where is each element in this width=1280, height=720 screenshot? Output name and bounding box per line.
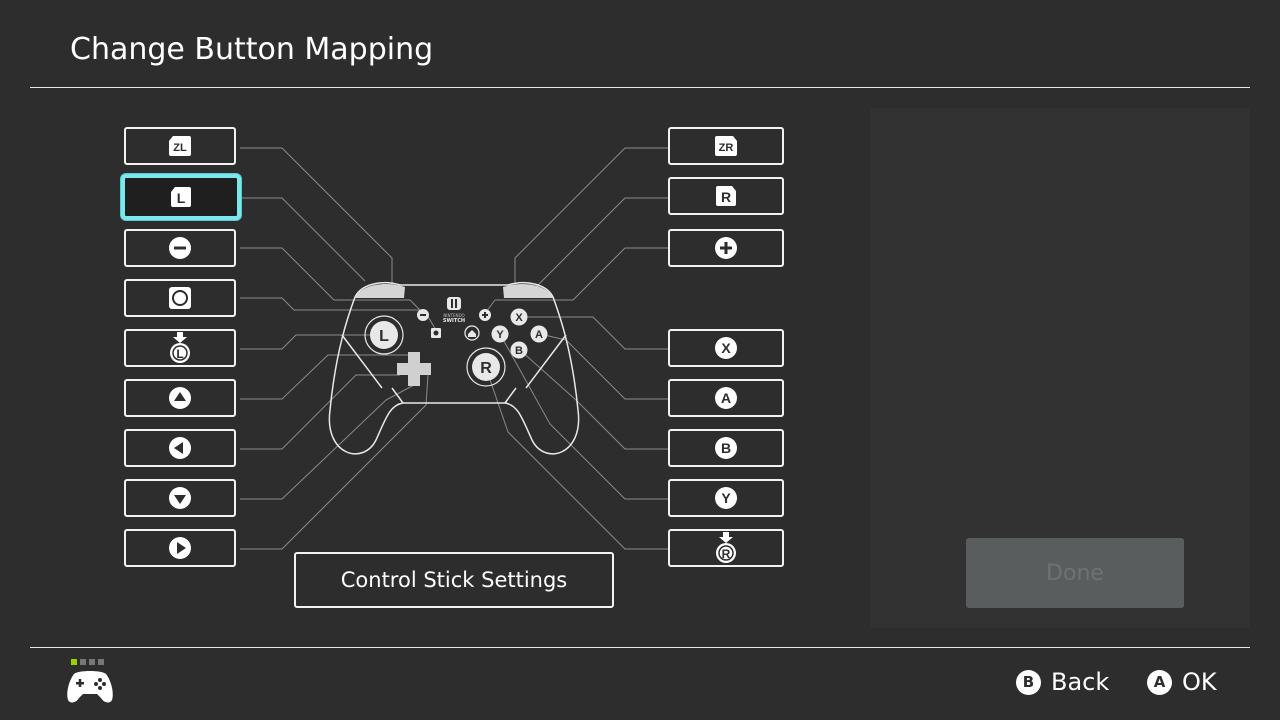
map-button-capture[interactable] — [124, 279, 236, 317]
right-stick-label: R — [480, 360, 492, 377]
back-label: Back — [1051, 668, 1110, 696]
map-button-right-stick[interactable]: R — [668, 529, 784, 567]
map-button-x[interactable]: X — [668, 329, 784, 367]
map-button-dpad-up[interactable] — [124, 379, 236, 417]
player-indicator — [71, 659, 104, 665]
dpad-icon — [397, 352, 431, 386]
face-label-y: Y — [496, 329, 504, 341]
svg-text:ZR: ZR — [719, 142, 734, 154]
ok-label: OK — [1182, 668, 1217, 696]
l-button-icon: L — [171, 187, 191, 207]
map-button-dpad-right[interactable] — [124, 529, 236, 567]
map-button-left-stick[interactable]: L — [124, 329, 236, 367]
svg-text:X: X — [721, 340, 731, 356]
brand-bottom: SWITCH — [443, 318, 465, 324]
map-button-plus[interactable] — [668, 229, 784, 267]
a-key-icon: A — [1147, 669, 1172, 695]
map-button-l[interactable]: L — [121, 174, 241, 220]
capture-button-icon — [169, 287, 191, 309]
dpad-right-icon — [169, 537, 191, 559]
face-label-a: A — [535, 329, 543, 341]
zr-button-icon: ZR — [715, 136, 737, 156]
ok-action[interactable]: A OK — [1147, 668, 1217, 696]
plus-button-icon — [715, 237, 737, 259]
face-label-b: B — [515, 345, 523, 357]
map-button-dpad-down[interactable] — [124, 479, 236, 517]
minus-button-icon — [169, 237, 191, 259]
dpad-up-icon — [169, 387, 191, 409]
back-action[interactable]: B Back — [1016, 668, 1109, 696]
control-stick-settings-button[interactable]: Control Stick Settings — [294, 552, 614, 608]
map-button-zl[interactable]: ZL — [124, 127, 236, 165]
player-led-3 — [89, 659, 95, 665]
done-button[interactable]: Done — [966, 538, 1184, 608]
r-button-icon: R — [716, 186, 736, 206]
footer-divider — [30, 647, 1250, 648]
left-stick-label: L — [379, 328, 389, 345]
dpad-left-icon — [169, 437, 191, 459]
right-stick-press-icon: R — [716, 532, 736, 563]
svg-text:ZL: ZL — [173, 142, 187, 154]
map-button-zr[interactable]: ZR — [668, 127, 784, 165]
player-led-1 — [71, 659, 77, 665]
b-button-icon: B — [715, 437, 737, 459]
zl-button-icon: ZL — [169, 136, 191, 156]
svg-text:R: R — [721, 189, 731, 205]
a-button-icon: A — [715, 387, 737, 409]
controller-icon — [67, 671, 113, 703]
map-button-y[interactable]: Y — [668, 479, 784, 517]
svg-text:Y: Y — [721, 490, 731, 506]
map-button-r[interactable]: R — [668, 177, 784, 215]
svg-text:B: B — [721, 440, 731, 456]
map-button-a[interactable]: A — [668, 379, 784, 417]
svg-text:L: L — [176, 347, 183, 361]
dpad-down-icon — [169, 487, 191, 509]
player-led-4 — [98, 659, 104, 665]
svg-text:L: L — [177, 190, 186, 206]
svg-text:R: R — [722, 547, 731, 561]
y-button-icon: Y — [715, 487, 737, 509]
b-key-icon: B — [1016, 669, 1041, 695]
face-label-x: X — [515, 312, 523, 324]
map-button-dpad-left[interactable] — [124, 429, 236, 467]
player-led-2 — [80, 659, 86, 665]
left-stick-press-icon: L — [170, 332, 190, 363]
svg-text:A: A — [721, 390, 731, 406]
map-button-minus[interactable] — [124, 229, 236, 267]
x-button-icon: X — [715, 337, 737, 359]
map-button-b[interactable]: B — [668, 429, 784, 467]
